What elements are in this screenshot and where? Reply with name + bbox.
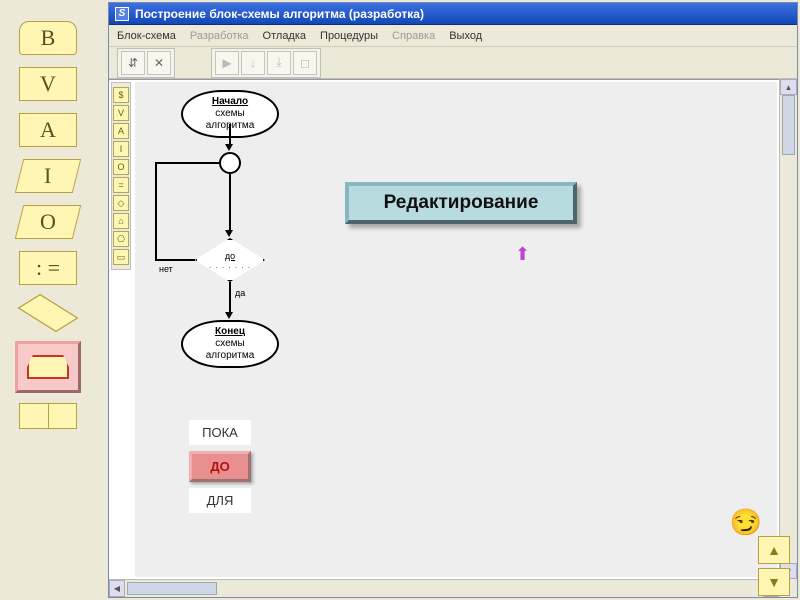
menu-blockscheme[interactable]: Блок-схема [117, 30, 176, 42]
palette-v[interactable]: V [19, 67, 77, 101]
fc-edge [155, 259, 195, 261]
arrow-down-icon [225, 144, 233, 151]
fc-edge [229, 282, 231, 316]
tb-step[interactable]: ↓ [241, 51, 265, 75]
vt-5[interactable]: = [113, 177, 129, 193]
loop-shape-icon [27, 355, 69, 379]
fc-connector[interactable] [219, 152, 241, 174]
vt-8[interactable]: ⎔ [113, 231, 129, 247]
menu-develop[interactable]: Разработка [190, 30, 249, 42]
vt-4[interactable]: O [113, 159, 129, 175]
loop-while[interactable]: ПОКА [189, 420, 251, 445]
fc-yes-label: да [235, 288, 245, 298]
window-title: Построение блок-схемы алгоритма (разрабо… [135, 7, 424, 21]
toolbar: ⇵ ✕ ▶ ↓ ⤓ ◻ [109, 47, 797, 79]
vertical-scrollbar[interactable]: ▲ ▼ [779, 79, 797, 579]
fc-edge [155, 162, 157, 261]
toolbar-group-2: ▶ ↓ ⤓ ◻ [211, 48, 321, 78]
palette-loop[interactable] [15, 341, 81, 393]
arrow-down-icon [225, 230, 233, 237]
menu-help[interactable]: Справка [392, 30, 435, 42]
fc-edge [229, 174, 231, 234]
menu-debug[interactable]: Отладка [263, 30, 306, 42]
palette-subr[interactable] [19, 403, 77, 429]
vertical-toolbar: $ V A I O = ◇ ⌂ ⎔ ▭ [111, 82, 131, 270]
menu-exit[interactable]: Выход [449, 30, 482, 42]
menubar: Блок-схема Разработка Отладка Процедуры … [109, 25, 797, 47]
toolbar-group-1: ⇵ ✕ [117, 48, 175, 78]
fc-no-label: нет [159, 264, 173, 274]
palette-input[interactable]: I [15, 159, 81, 193]
shape-palette: B V A I O : = [12, 14, 84, 429]
scroll-left-icon[interactable]: ◀ [109, 580, 125, 597]
scroll-up-icon[interactable]: ▲ [780, 79, 797, 95]
tb-run[interactable]: ▶ [215, 51, 239, 75]
nav-up-button[interactable]: ▲ [758, 536, 790, 564]
vt-0[interactable]: $ [113, 87, 129, 103]
tb-stepinto[interactable]: ⤓ [267, 51, 291, 75]
vt-3[interactable]: I [113, 141, 129, 157]
cursor-icon: ⬆ [515, 244, 530, 265]
tb-stop[interactable]: ◻ [293, 51, 317, 75]
mascot-icon: 😏 [730, 507, 762, 538]
workspace: $ V A I O = ◇ ⌂ ⎔ ▭ Началосхемы алгоритм… [109, 79, 797, 579]
tb-delete[interactable]: ✕ [147, 51, 171, 75]
app-icon: S [115, 7, 129, 21]
palette-a[interactable]: A [19, 113, 77, 147]
loop-options: ПОКА ДО ДЛЯ [189, 414, 251, 519]
vt-1[interactable]: V [113, 105, 129, 121]
loop-for[interactable]: ДЛЯ [189, 488, 251, 513]
palette-output[interactable]: O [15, 205, 81, 239]
fc-decision[interactable]: до. . . . . . . [195, 238, 265, 282]
loop-until[interactable]: ДО [189, 451, 251, 482]
palette-assign[interactable]: : = [19, 251, 77, 285]
nav-down-button[interactable]: ▼ [758, 568, 790, 596]
canvas[interactable]: Началосхемы алгоритма до. . . . . . . не… [135, 82, 777, 577]
palette-begin[interactable]: B [19, 21, 77, 55]
edit-button[interactable]: Редактирование [345, 182, 577, 224]
arrow-down-icon [225, 312, 233, 319]
vt-6[interactable]: ◇ [113, 195, 129, 211]
app-window: S Построение блок-схемы алгоритма (разра… [108, 2, 798, 598]
scroll-thumb[interactable] [127, 582, 217, 595]
titlebar: S Построение блок-схемы алгоритма (разра… [109, 3, 797, 25]
menu-procedures[interactable]: Процедуры [320, 30, 378, 42]
vt-7[interactable]: ⌂ [113, 213, 129, 229]
vt-9[interactable]: ▭ [113, 249, 129, 265]
fc-edge [155, 162, 219, 164]
horizontal-scrollbar[interactable]: ◀ ▶ [109, 579, 779, 597]
fc-end[interactable]: Конецсхемы алгоритма [181, 320, 279, 368]
vt-2[interactable]: A [113, 123, 129, 139]
tb-swap[interactable]: ⇵ [121, 51, 145, 75]
scroll-thumb[interactable] [782, 95, 795, 155]
palette-decision[interactable] [19, 297, 77, 329]
